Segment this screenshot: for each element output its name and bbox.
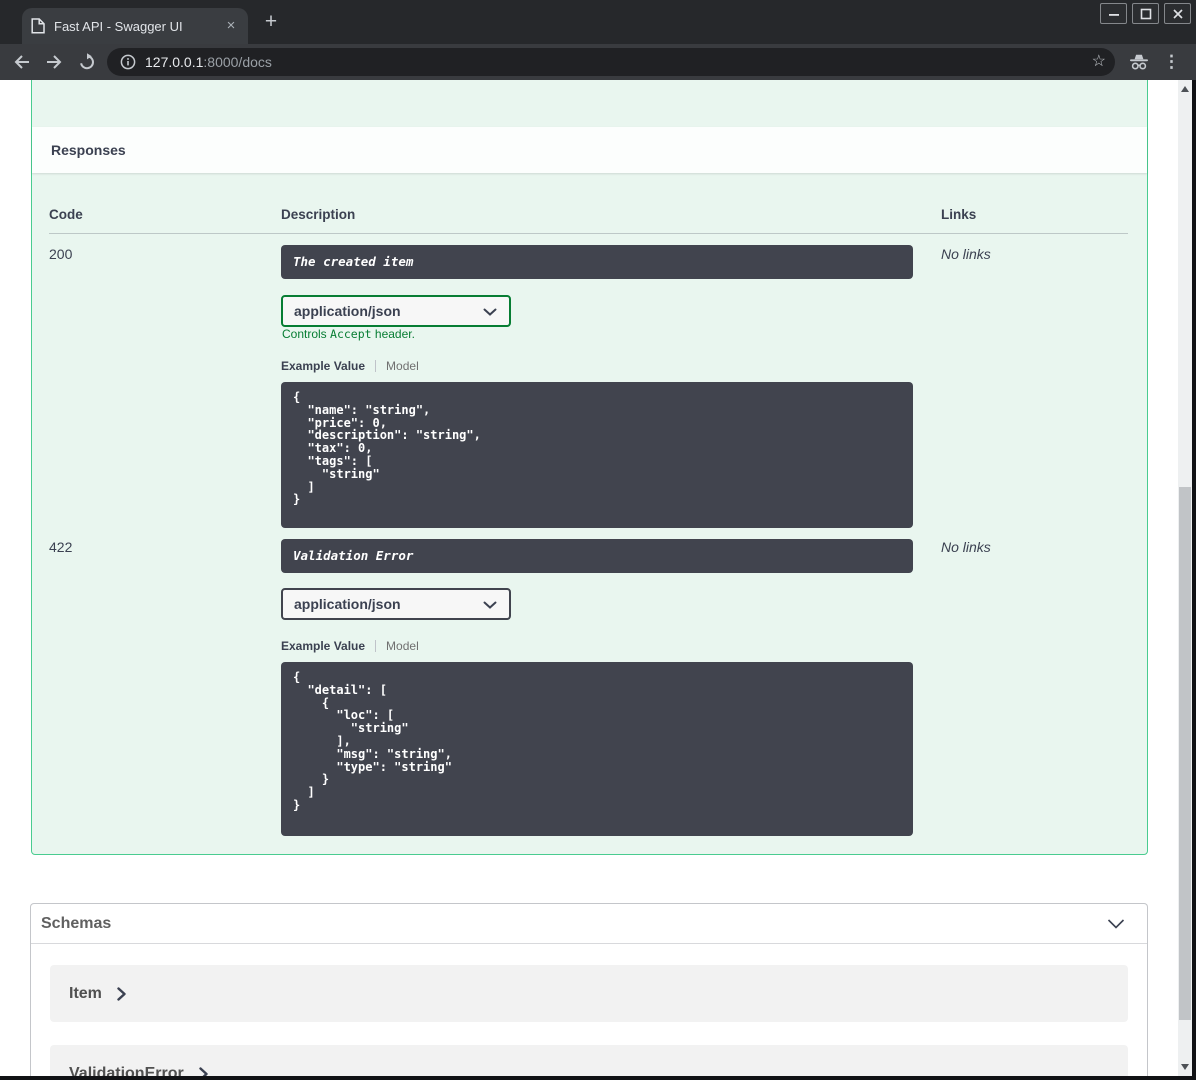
scroll-up-icon[interactable] bbox=[1181, 86, 1189, 92]
page-content: Responses Code Description Links 200 The… bbox=[0, 80, 1192, 1076]
chevron-right-icon[interactable] bbox=[199, 1066, 208, 1077]
reload-button-icon[interactable] bbox=[77, 52, 97, 77]
accept-header-note: Controls Accept header. bbox=[282, 327, 415, 341]
model-name: ValidationError bbox=[69, 1064, 184, 1077]
window-controls bbox=[1100, 3, 1191, 24]
links-422: No links bbox=[941, 539, 991, 555]
page-favicon-icon bbox=[31, 18, 45, 34]
page-scrollbar[interactable] bbox=[1178, 80, 1192, 1076]
col-header-code: Code bbox=[49, 207, 83, 222]
scrollbar-thumb[interactable] bbox=[1179, 487, 1191, 1020]
chevron-down-icon bbox=[483, 601, 497, 609]
col-header-links: Links bbox=[941, 207, 977, 222]
response-code-422: 422 bbox=[49, 539, 73, 555]
forward-button-icon[interactable] bbox=[44, 52, 64, 77]
address-bar[interactable]: 127.0.0.1:8000/docs ☆ bbox=[107, 48, 1115, 76]
model-name: Item bbox=[69, 984, 102, 1002]
example-json-422: { "detail": [ { "loc": [ "string" ], "ms… bbox=[281, 662, 913, 836]
media-type-select-422[interactable]: application/json bbox=[281, 588, 511, 620]
bookmark-star-icon[interactable]: ☆ bbox=[1092, 48, 1106, 76]
example-model-tabs-200: Example Value Model bbox=[281, 359, 419, 373]
minimize-button[interactable] bbox=[1100, 3, 1127, 24]
window-bottom-border bbox=[0, 1076, 1196, 1080]
back-button-icon[interactable] bbox=[12, 52, 32, 77]
close-button[interactable] bbox=[1164, 3, 1191, 24]
col-header-description: Description bbox=[281, 207, 356, 222]
incognito-icon bbox=[1128, 53, 1150, 76]
site-info-icon[interactable] bbox=[120, 54, 136, 75]
tab-example-value[interactable]: Example Value bbox=[281, 359, 365, 373]
chevron-down-icon[interactable] bbox=[1107, 919, 1125, 929]
example-json-200: { "name": "string", "price": 0, "descrip… bbox=[281, 382, 913, 528]
table-header-divider bbox=[49, 233, 1128, 234]
new-tab-button[interactable]: + bbox=[260, 11, 282, 34]
chevron-down-icon bbox=[483, 308, 497, 316]
response-422-description: Validation Error bbox=[281, 539, 913, 573]
tab-strip: Fast API - Swagger UI × + bbox=[0, 0, 1196, 44]
tab-divider bbox=[375, 360, 377, 372]
url-host: 127.0.0.1 bbox=[145, 54, 204, 70]
chevron-right-icon[interactable] bbox=[117, 986, 126, 1001]
tab-model[interactable]: Model bbox=[386, 359, 419, 373]
url-path: :8000/docs bbox=[203, 54, 272, 70]
browser-tab[interactable]: Fast API - Swagger UI × bbox=[22, 8, 248, 44]
tab-divider bbox=[375, 640, 377, 652]
model-validationerror-row[interactable]: ValidationError bbox=[50, 1045, 1128, 1076]
schemas-header[interactable]: Schemas bbox=[31, 904, 1147, 944]
browser-window: Fast API - Swagger UI × + 127.0.0.1:8000… bbox=[0, 0, 1196, 1080]
responses-section-header: Responses bbox=[32, 127, 1147, 173]
maximize-button[interactable] bbox=[1132, 3, 1159, 24]
scroll-down-icon[interactable] bbox=[1181, 1064, 1189, 1070]
example-model-tabs-422: Example Value Model bbox=[281, 639, 419, 653]
responses-title: Responses bbox=[51, 142, 126, 158]
media-type-select-200[interactable]: application/json bbox=[281, 295, 511, 327]
tab-title: Fast API - Swagger UI bbox=[54, 18, 183, 34]
browser-toolbar: 127.0.0.1:8000/docs ☆ ⋮ bbox=[0, 44, 1196, 80]
tab-close-icon[interactable]: × bbox=[222, 17, 240, 35]
tab-example-value[interactable]: Example Value bbox=[281, 639, 365, 653]
tab-model[interactable]: Model bbox=[386, 639, 419, 653]
browser-menu-icon[interactable]: ⋮ bbox=[1163, 44, 1180, 80]
response-200-description: The created item bbox=[281, 245, 913, 279]
window-right-border bbox=[1192, 80, 1196, 1076]
url-text: 127.0.0.1:8000/docs bbox=[145, 48, 272, 76]
links-200: No links bbox=[941, 246, 991, 262]
response-code-200: 200 bbox=[49, 246, 73, 262]
schemas-title: Schemas bbox=[41, 915, 112, 932]
model-item-row[interactable]: Item bbox=[50, 965, 1128, 1022]
